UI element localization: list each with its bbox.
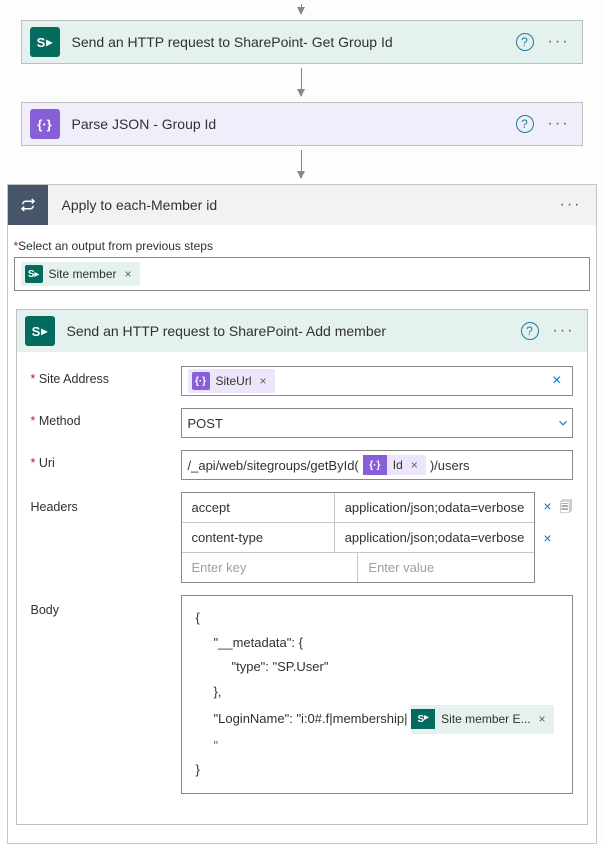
sharepoint-icon: S▶ <box>25 316 55 346</box>
card-title: Parse JSON - Group Id <box>72 116 504 132</box>
body-label: Body <box>31 595 171 617</box>
uri-text-prefix: /_api/web/sitegroups/getById( <box>188 458 359 473</box>
action-card-http-add-member: S▶ Send an HTTP request to SharePoint- A… <box>16 309 588 825</box>
more-menu[interactable]: ··· <box>549 321 579 341</box>
header-value-placeholder[interactable]: Enter value <box>358 553 534 582</box>
header-key-placeholder[interactable]: Enter key <box>182 553 359 582</box>
token-remove[interactable]: × <box>537 708 546 731</box>
site-address-label: Site Address <box>31 366 171 386</box>
token-site-member-email[interactable]: S▶ Site member E... × <box>411 705 553 734</box>
header-row: accept application/json;odata=verbose <box>182 493 535 522</box>
body-line: }, <box>196 680 558 705</box>
token-label: Id <box>393 458 403 472</box>
header-key[interactable]: content-type <box>182 523 335 552</box>
expression-token-icon: {·} <box>192 372 210 390</box>
sharepoint-token-icon: S▶ <box>411 709 435 729</box>
uri-input[interactable]: /_api/web/sitegroups/getById( {·} Id × )… <box>181 450 573 480</box>
flow-arrow <box>301 4 302 14</box>
card-title: Apply to each-Member id <box>48 197 556 213</box>
loop-icon <box>8 185 48 225</box>
apply-to-each-card: Apply to each-Member id ··· Select an ou… <box>7 184 597 844</box>
header-value[interactable]: application/json;odata=verbose <box>335 493 535 522</box>
card-title: Send an HTTP request to SharePoint- Add … <box>67 323 509 339</box>
inner-card-header[interactable]: S▶ Send an HTTP request to SharePoint- A… <box>17 310 587 352</box>
help-icon[interactable]: ? <box>516 33 534 51</box>
apply-to-each-header[interactable]: Apply to each-Member id ··· <box>8 185 596 225</box>
body-line: "type": "SP.User" <box>196 655 558 680</box>
body-line: { <box>196 606 558 631</box>
sharepoint-icon: S▶ <box>30 27 60 57</box>
body-line: "__metadata": { <box>196 631 558 656</box>
token-label: SiteUrl <box>216 374 252 388</box>
switch-to-text-mode-icon[interactable]: 🗐 <box>560 498 573 520</box>
help-icon[interactable]: ? <box>516 115 534 133</box>
method-select[interactable]: POST <box>181 408 573 438</box>
action-card-parse-json[interactable]: {·} Parse JSON - Group Id ? ··· <box>21 102 583 146</box>
more-menu[interactable]: ··· <box>544 114 574 134</box>
select-output-input[interactable]: S▶ Site member × <box>14 257 590 291</box>
token-id[interactable]: {·} Id × <box>363 455 426 475</box>
chevron-down-icon[interactable] <box>552 416 566 430</box>
body-input[interactable]: { "__metadata": { "type": "SP.User" }, "… <box>181 595 573 794</box>
token-site-member[interactable]: S▶ Site member × <box>21 262 140 286</box>
token-remove[interactable]: × <box>123 267 132 281</box>
header-value[interactable]: application/json;odata=verbose <box>335 523 535 552</box>
site-address-input[interactable]: {·} SiteUrl × × <box>181 366 573 396</box>
headers-table: accept application/json;odata=verbose co… <box>181 492 536 583</box>
header-key[interactable]: accept <box>182 493 335 522</box>
headers-label: Headers <box>31 492 171 514</box>
clear-icon[interactable]: × <box>548 372 565 390</box>
header-row: content-type application/json;odata=verb… <box>182 522 535 552</box>
card-title: Send an HTTP request to SharePoint- Get … <box>72 34 504 50</box>
uri-text-suffix: )/users <box>430 458 470 473</box>
flow-arrow <box>301 68 302 96</box>
select-output-label: Select an output from previous steps <box>14 239 590 253</box>
flow-arrow <box>301 150 302 178</box>
header-row-empty: Enter key Enter value <box>182 552 535 582</box>
uri-label: Uri <box>31 450 171 470</box>
body-line: "LoginName": "i:0#.f|membership| S▶ Site… <box>196 705 558 758</box>
token-remove[interactable]: × <box>409 458 418 472</box>
help-icon[interactable]: ? <box>521 322 539 340</box>
body-line: } <box>196 758 558 783</box>
header-row-delete[interactable]: × <box>543 530 572 546</box>
token-siteurl[interactable]: {·} SiteUrl × <box>188 369 275 393</box>
more-menu[interactable]: ··· <box>544 32 574 52</box>
more-menu[interactable]: ··· <box>556 195 586 215</box>
parse-json-icon: {·} <box>30 109 60 139</box>
token-label: Site member E... <box>441 708 530 731</box>
method-label: Method <box>31 408 171 428</box>
token-label: Site member <box>49 267 117 281</box>
header-row-delete[interactable]: × <box>543 498 551 520</box>
action-card-http-get-group[interactable]: S▶ Send an HTTP request to SharePoint- G… <box>21 20 583 64</box>
sharepoint-token-icon: S▶ <box>25 265 43 283</box>
token-remove[interactable]: × <box>258 374 267 388</box>
expression-token-icon: {·} <box>363 455 387 475</box>
method-value: POST <box>188 416 223 431</box>
